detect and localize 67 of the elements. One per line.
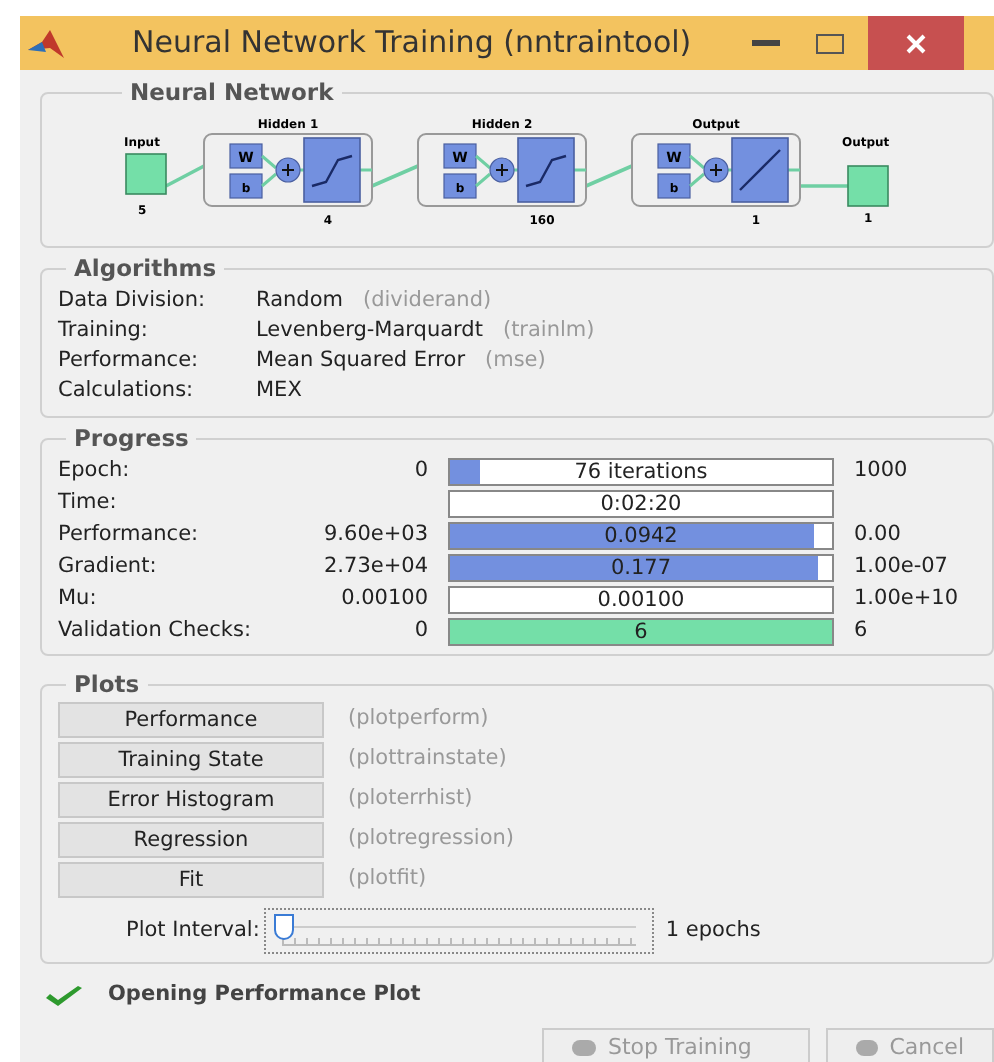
algorithm-value: Random	[256, 286, 343, 317]
minimize-button[interactable]	[751, 40, 780, 46]
transfer-function-icon	[303, 137, 361, 204]
algorithm-value: MEX	[256, 376, 302, 407]
function-name: (dividerand)	[362, 286, 492, 317]
output-node	[847, 165, 889, 208]
maximum-value: 1000	[854, 455, 908, 486]
section-title: Plots	[72, 667, 142, 702]
progress-label: Epoch:	[58, 455, 132, 486]
maximum-value: 1.00e-07	[854, 551, 948, 582]
progress-reading: 76 iterations	[572, 459, 710, 484]
minimum-value: 0.00100	[341, 583, 428, 614]
progress-label: Performance:	[58, 519, 201, 550]
progress-reading: 0.00100	[595, 587, 687, 612]
maximum-value: 6	[854, 615, 868, 646]
function-name: (mse)	[485, 346, 546, 377]
plot-function-name: (ploterrhist)	[348, 784, 473, 815]
progress-label: Gradient:	[58, 551, 159, 582]
algorithm-label: Calculations:	[58, 376, 196, 407]
status-message: Opening Performance Plot	[108, 980, 421, 1010]
plot-button[interactable]: Regression	[58, 822, 324, 858]
algorithm-label: Performance:	[58, 346, 201, 377]
plot-function-name: (plotfit)	[348, 864, 427, 895]
progress-reading: 6	[632, 619, 650, 644]
plot-button[interactable]: Error Histogram	[58, 782, 324, 818]
progress-label: Validation Checks:	[58, 615, 253, 646]
minimum-value: 2.73e+04	[324, 551, 428, 582]
minimum-value: 9.60e+03	[324, 519, 428, 550]
window-title: Neural Network Training (nntraintool)	[132, 22, 692, 65]
plot-function-name: (plotregression)	[348, 824, 515, 855]
plot-interval-label: Plot Interval:	[126, 915, 260, 946]
close-button[interactable]	[867, 16, 964, 70]
plot-function-name: (plottrainstate)	[348, 744, 507, 775]
plot-button[interactable]: Performance	[58, 702, 324, 738]
maximum-value: 0.00	[854, 519, 901, 550]
plot-interval-slider[interactable]	[263, 908, 654, 954]
section-title: Neural Network	[128, 76, 336, 110]
transfer-function-icon	[517, 137, 575, 204]
plot-interval-value: 1 epochs	[665, 915, 761, 946]
transfer-function-icon	[731, 137, 789, 204]
algorithm-value: Mean Squared Error	[256, 346, 466, 377]
plot-function-name: (plotperform)	[348, 704, 489, 735]
plot-button[interactable]: Fit	[58, 862, 324, 898]
progress-reading: 0.177	[608, 555, 674, 580]
sum-icon	[275, 157, 301, 184]
close-icon	[905, 33, 926, 53]
checkmark-icon	[44, 983, 84, 1008]
plot-button[interactable]: Training State	[58, 742, 324, 778]
sum-icon	[489, 157, 515, 184]
sum-icon	[703, 157, 729, 184]
section-title: Algorithms	[72, 252, 219, 287]
slider-thumb[interactable]	[273, 914, 294, 940]
input-node	[125, 153, 167, 196]
progress-reading: 0:02:20	[598, 491, 684, 516]
minimum-value: 0	[414, 455, 428, 486]
function-name: (trainlm)	[502, 316, 595, 347]
progress-label: Time:	[58, 487, 119, 518]
maximize-button[interactable]	[815, 33, 844, 53]
progress-label: Mu:	[58, 583, 99, 614]
progress-reading: 0.0942	[602, 523, 680, 548]
app-logo-icon	[28, 29, 64, 57]
algorithm-label: Data Division:	[58, 286, 208, 317]
section-title: Progress	[72, 421, 191, 455]
maximum-value: 1.00e+10	[854, 583, 958, 614]
algorithm-label: Training:	[58, 316, 150, 347]
minimum-value: 0	[414, 615, 428, 646]
algorithm-value: Levenberg-Marquardt	[256, 316, 483, 347]
